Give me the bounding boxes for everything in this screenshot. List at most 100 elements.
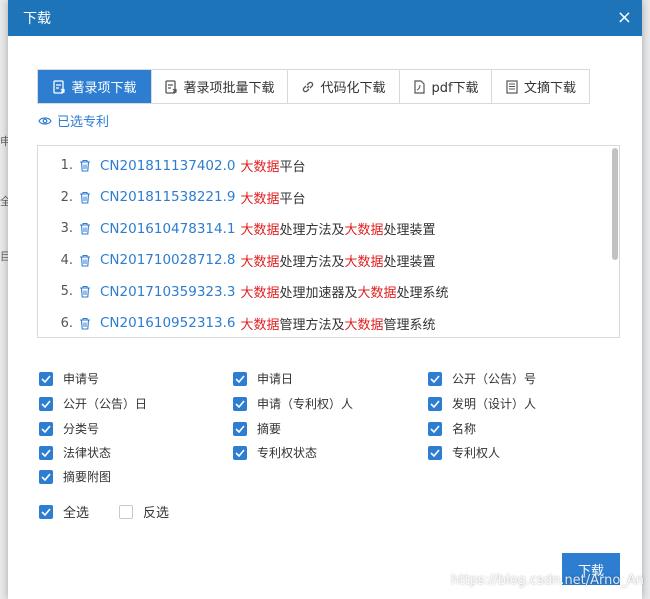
- tab-abstract-download[interactable]: 文摘下载: [491, 70, 589, 103]
- field-option[interactable]: 摘要附图: [39, 468, 111, 485]
- checkbox-checked-icon[interactable]: [39, 396, 53, 411]
- tab-label: 代码化下载: [320, 81, 386, 96]
- select-all-option[interactable]: 全选: [39, 502, 89, 521]
- download-button[interactable]: 下载: [562, 553, 620, 585]
- checkbox-checked-icon[interactable]: [39, 445, 53, 460]
- field-label: 专利权状态: [257, 446, 318, 460]
- keyword-highlight: 大数据: [240, 191, 280, 207]
- field-option[interactable]: 公开（公告）日: [39, 395, 147, 412]
- patent-number-link[interactable]: CN201710359323.3: [100, 284, 235, 300]
- field-label: 公开（公告）日: [63, 397, 148, 411]
- tab-batch-download[interactable]: 著录项批量下载: [151, 70, 287, 103]
- tab-label: pdf下载: [431, 81, 479, 96]
- patent-title: 大数据处理方法及大数据处理装置: [240, 219, 435, 238]
- checkbox-checked-icon[interactable]: [39, 469, 53, 484]
- patent-number-link[interactable]: CN201610478314.1: [100, 221, 235, 237]
- field-option[interactable]: 专利权人: [428, 444, 500, 461]
- patent-title: 大数据管理方法及大数据管理系统: [240, 314, 435, 333]
- field-option[interactable]: 申请（专利权）人: [233, 395, 353, 412]
- selected-patents-label: 已选专利: [57, 115, 110, 130]
- title-text: 处理加速器及: [279, 286, 358, 302]
- title-text: 平台: [279, 160, 306, 176]
- dialog-titlebar: 下载 ×: [8, 0, 642, 36]
- patent-row: 5. CN201710359323.3 大数据处理加速器及大数据处理系统: [38, 276, 619, 308]
- field-option[interactable]: 法律状态: [39, 444, 111, 461]
- patent-row: 2. CN201811538221.9 大数据平台: [38, 182, 619, 214]
- field-option[interactable]: 申请号: [39, 370, 99, 387]
- keyword-highlight: 大数据: [344, 317, 384, 333]
- invert-select-label: 反选: [143, 506, 170, 521]
- tab-label: 文摘下载: [523, 81, 576, 96]
- patent-list-inner: 1. CN201811137402.0 大数据平台 2. CN201811538221.…: [38, 146, 619, 338]
- keyword-highlight: 大数据: [344, 223, 384, 239]
- patent-number-link[interactable]: CN201811137402.0: [100, 158, 235, 174]
- field-option[interactable]: 专利权状态: [233, 444, 317, 461]
- field-label: 摘要附图: [63, 470, 112, 484]
- background-page-right: [642, 0, 650, 599]
- checkbox-checked-icon[interactable]: [233, 371, 247, 386]
- selected-patents-list[interactable]: 1. CN201811137402.0 大数据平台 2. CN201811538221.…: [37, 145, 620, 338]
- checkbox-checked-icon[interactable]: [428, 421, 442, 436]
- field-option[interactable]: 名称: [428, 420, 476, 437]
- patent-index: 3.: [60, 221, 73, 237]
- checkbox-checked-icon[interactable]: [428, 371, 442, 386]
- field-label: 公开（公告）号: [452, 372, 537, 386]
- trash-icon[interactable]: [79, 159, 91, 172]
- close-icon[interactable]: ×: [617, 9, 632, 27]
- patent-number-link[interactable]: CN201811538221.9: [100, 189, 235, 205]
- patent-title: 大数据平台: [240, 188, 305, 207]
- field-label: 申请（专利权）人: [257, 397, 354, 411]
- field-label: 分类号: [63, 422, 100, 436]
- checkbox-checked-icon[interactable]: [233, 396, 247, 411]
- patent-row: 6. CN201610952313.6 大数据管理方法及大数据管理系统: [38, 308, 619, 338]
- checkbox-checked-icon[interactable]: [39, 371, 53, 386]
- download-tabs: 著录项下载 著录项批量下载 代码化下载 pdf下载 文摘下载: [37, 69, 590, 104]
- checkbox-unchecked-icon[interactable]: [119, 504, 134, 519]
- export-doc-icon: [52, 79, 66, 94]
- selected-patents-link[interactable]: 已选专利: [38, 111, 109, 130]
- trash-icon[interactable]: [79, 285, 91, 298]
- field-option[interactable]: 摘要: [233, 420, 281, 437]
- field-label: 法律状态: [63, 446, 112, 460]
- tab-code-download[interactable]: 代码化下载: [287, 70, 399, 103]
- invert-select-option[interactable]: 反选: [119, 502, 169, 521]
- field-label: 申请号: [63, 372, 100, 386]
- field-label: 名称: [452, 422, 477, 436]
- tab-bibliographic-download[interactable]: 著录项下载: [38, 70, 151, 103]
- field-label: 摘要: [257, 422, 282, 436]
- field-label: 专利权人: [452, 446, 501, 460]
- checkbox-checked-icon[interactable]: [233, 421, 247, 436]
- checkbox-checked-icon[interactable]: [39, 504, 53, 519]
- patent-index: 2.: [60, 189, 73, 205]
- title-text: 平台: [279, 191, 306, 207]
- field-option[interactable]: 申请日: [233, 370, 293, 387]
- field-option[interactable]: 分类号: [39, 420, 99, 437]
- trash-icon[interactable]: [79, 222, 91, 235]
- patent-number-link[interactable]: CN201610952313.6: [100, 315, 235, 331]
- patent-row: 1. CN201811137402.0 大数据平台: [38, 150, 619, 182]
- field-label: 发明（设计）人: [452, 397, 537, 411]
- trash-icon[interactable]: [79, 317, 91, 330]
- checkbox-checked-icon[interactable]: [39, 421, 53, 436]
- patent-index: 4.: [60, 252, 73, 268]
- patent-number-link[interactable]: CN201710028712.8: [100, 252, 235, 268]
- patent-row: 4. CN201710028712.8 大数据处理方法及大数据处理装置: [38, 245, 619, 277]
- patent-title: 大数据处理加速器及大数据处理系统: [240, 282, 448, 301]
- checkbox-checked-icon[interactable]: [233, 445, 247, 460]
- tab-label: 著录项下载: [71, 81, 137, 96]
- patent-title: 大数据处理方法及大数据处理装置: [240, 251, 435, 270]
- field-label: 申请日: [257, 372, 294, 386]
- trash-icon[interactable]: [79, 254, 91, 267]
- field-option[interactable]: 公开（公告）号: [428, 370, 536, 387]
- tab-pdf-download[interactable]: pdf下载: [399, 70, 491, 103]
- scrollbar-thumb[interactable]: [612, 148, 618, 260]
- checkbox-checked-icon[interactable]: [428, 396, 442, 411]
- checkbox-checked-icon[interactable]: [428, 445, 442, 460]
- field-option[interactable]: 发明（设计）人: [428, 395, 536, 412]
- batch-export-icon: [164, 79, 178, 94]
- background-page: 申 全 目: [0, 0, 11, 599]
- keyword-highlight: 大数据: [240, 223, 280, 239]
- title-text: 管理系统: [383, 317, 436, 333]
- keyword-highlight: 大数据: [240, 160, 280, 176]
- trash-icon[interactable]: [79, 191, 91, 204]
